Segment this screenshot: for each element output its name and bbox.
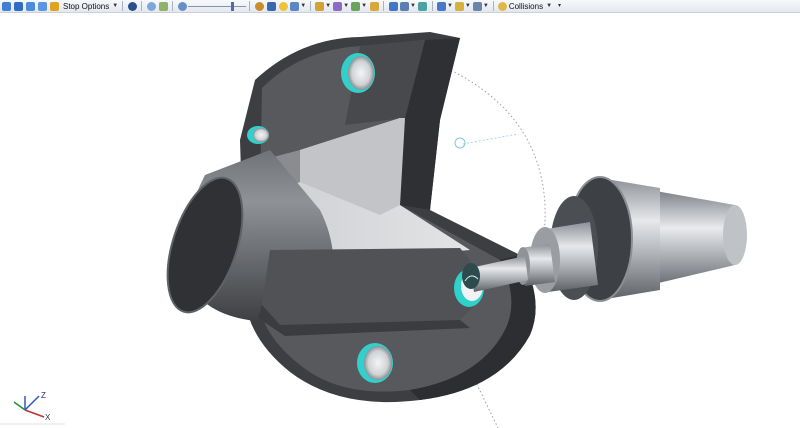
- holder-icon: [369, 1, 379, 11]
- measure-icon: [400, 1, 410, 11]
- chevron-down-icon: ▼: [410, 2, 416, 9]
- gear-icon: [254, 1, 264, 11]
- collisions-dropdown[interactable]: Collisions ▼: [497, 1, 553, 12]
- toolbar-separator: [141, 1, 143, 11]
- speed-button[interactable]: [177, 1, 187, 12]
- toolbar-separator: [172, 1, 174, 11]
- toolbar-separator: [431, 1, 433, 11]
- tool-icon: [315, 1, 325, 11]
- speed-slider[interactable]: [188, 1, 247, 12]
- chart-icon: [388, 1, 398, 11]
- speed-icon: [177, 1, 187, 11]
- chevron-down-icon: ▼: [482, 2, 489, 9]
- rewind-icon: [25, 1, 35, 11]
- toolpath-connector: [462, 133, 519, 145]
- chevron-down-icon: ▼: [112, 2, 119, 9]
- simulation-viewport[interactable]: Z X: [0, 13, 800, 428]
- chevron-down-icon: ▼: [300, 2, 307, 9]
- collisions-icon: [497, 1, 507, 11]
- stop-options-label: Stop Options: [63, 1, 110, 11]
- toolbar-overflow-button[interactable]: ▾: [554, 1, 564, 12]
- stop-options-icon-button[interactable]: [49, 1, 59, 12]
- triad-x-axis: [24, 409, 45, 418]
- measure-button[interactable]: ▼: [400, 1, 416, 12]
- zoom-fit-button[interactable]: [158, 1, 168, 12]
- hole-left-inner: [253, 128, 269, 142]
- record-button[interactable]: [127, 1, 137, 12]
- axis-triad: Z X: [0, 391, 65, 425]
- chevron-down-icon: ▼: [446, 2, 453, 9]
- simulation-toolbar: Stop Options ▼ ▼ ▼ ▼ ▼ ▼ ▼ ▼ ▼ Collisions…: [0, 0, 800, 13]
- rewind-button[interactable]: [25, 1, 35, 12]
- save-button[interactable]: [266, 1, 276, 12]
- toolbar-separator: [492, 1, 494, 11]
- zoom-icon: [146, 1, 156, 11]
- record-icon: [127, 1, 137, 11]
- step-back-icon: [1, 1, 11, 11]
- triad-y-neg-axis: [13, 401, 26, 411]
- settings-button[interactable]: [254, 1, 264, 12]
- triad-x-label: X: [45, 413, 51, 422]
- machine-icon: [333, 1, 343, 11]
- chevron-down-icon: ▼: [325, 2, 332, 9]
- collisions-label: Collisions: [508, 1, 544, 11]
- section-button[interactable]: ▼: [436, 1, 453, 12]
- toolbar-separator: [383, 1, 385, 11]
- stop-options-dropdown[interactable]: Stop Options ▼: [61, 1, 118, 12]
- compare-icon: [418, 1, 428, 11]
- zoom-fit-icon: [158, 1, 168, 11]
- speed-slider-thumb[interactable]: [231, 1, 235, 11]
- hole-top-inner: [348, 56, 374, 90]
- axis-button[interactable]: ▼: [472, 1, 489, 12]
- stock-icon: [351, 1, 361, 11]
- toolpath-button[interactable]: ▼: [454, 1, 471, 12]
- stop-button[interactable]: [13, 1, 23, 12]
- compare-button[interactable]: [418, 1, 428, 12]
- toolpath-icon: [454, 1, 464, 11]
- toolpath-marker: [454, 137, 466, 149]
- chevron-down-icon: ▼: [343, 2, 350, 9]
- chevron-down-icon: ▼: [464, 2, 471, 9]
- play-button[interactable]: [37, 1, 47, 12]
- holder-view-button[interactable]: [369, 1, 379, 12]
- home-view-button[interactable]: ▼: [290, 1, 306, 12]
- chevron-down-icon: ▼: [361, 2, 368, 9]
- save-icon: [266, 1, 276, 11]
- chevron-down-icon: ▼: [546, 2, 553, 9]
- help-button[interactable]: [278, 1, 288, 12]
- holder-cone-end: [723, 205, 747, 265]
- toolbar-separator: [249, 1, 251, 11]
- triad-z-label: Z: [41, 391, 46, 400]
- stop-options-icon: [49, 1, 59, 11]
- toolbar-separator: [310, 1, 312, 11]
- report-button[interactable]: [388, 1, 398, 12]
- hole-bottom-inner: [364, 346, 392, 380]
- triad-y-axis: [24, 395, 40, 411]
- machining-scene: Z X: [0, 32, 747, 428]
- stock-view-button[interactable]: ▼: [351, 1, 367, 12]
- stop-icon: [13, 1, 23, 11]
- toolbar-separator: [122, 1, 124, 11]
- lower-block: [262, 248, 480, 325]
- axis-icon: [472, 1, 482, 11]
- tool-view-button[interactable]: ▼: [315, 1, 331, 12]
- machine-view-button[interactable]: ▼: [333, 1, 349, 12]
- play-icon: [37, 1, 47, 11]
- home-icon: [290, 1, 300, 11]
- section-icon: [436, 1, 446, 11]
- step-back-button[interactable]: [1, 1, 11, 12]
- zoom-button[interactable]: [146, 1, 156, 12]
- help-icon: [278, 1, 288, 11]
- speed-slider-track: [188, 5, 247, 7]
- overflow-icon: ▾: [558, 2, 562, 9]
